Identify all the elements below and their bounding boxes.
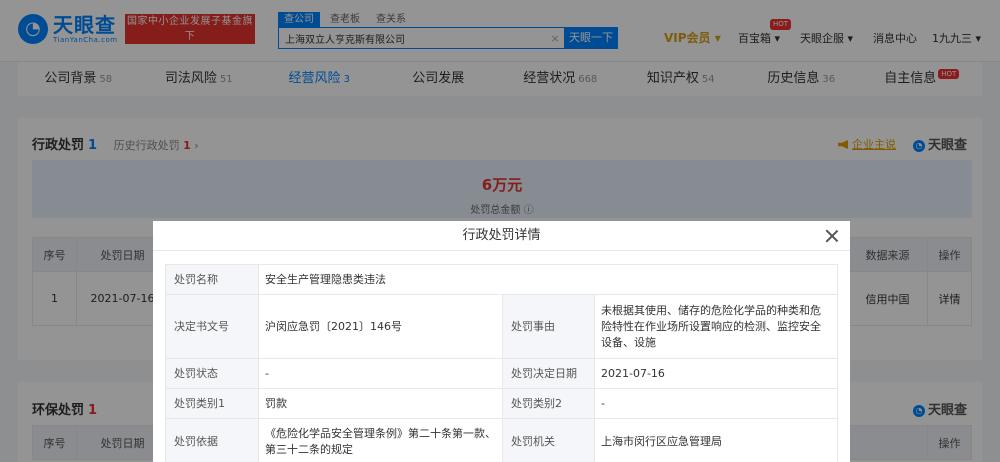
penalty-basis-key: 处罚依据 (165, 418, 259, 462)
penalty-authority-key: 处罚机关 (502, 418, 595, 462)
penalty-reason-value: 未根据其使用、储存的危险化学品的种类和危险特性在作业场所设置响应的检测、监控安全… (594, 294, 838, 359)
decision-number-key: 决定书文号 (165, 294, 259, 359)
penalty-reason-key: 处罚事由 (502, 294, 595, 359)
penalty-detail-modal: 行政处罚详情 处罚名称 安全生产管理隐患类违法 决定书文号 沪闵应急罚〔2021… (153, 221, 850, 462)
penalty-category1-key: 处罚类别1 (165, 388, 259, 419)
decision-date-value: 2021-07-16 (594, 358, 838, 389)
decision-number-value: 沪闵应急罚〔2021〕146号 (258, 294, 503, 359)
detail-row: 处罚类别1 罚款 处罚类别2 - (165, 388, 838, 419)
penalty-basis-value: 《危险化学品安全管理条例》第二十条第一款、第三十二条的规定 (258, 418, 503, 462)
detail-row: 处罚依据 《危险化学品安全管理条例》第二十条第一款、第三十二条的规定 处罚机关 … (165, 418, 838, 462)
penalty-status-key: 处罚状态 (165, 358, 259, 389)
modal-header: 行政处罚详情 (153, 221, 850, 251)
close-icon[interactable] (824, 228, 840, 244)
penalty-status-value: - (258, 358, 503, 389)
detail-row: 处罚名称 安全生产管理隐患类违法 (165, 264, 838, 295)
penalty-category2-key: 处罚类别2 (502, 388, 595, 419)
penalty-detail-table: 处罚名称 安全生产管理隐患类违法 决定书文号 沪闵应急罚〔2021〕146号 处… (165, 264, 838, 462)
modal-title: 行政处罚详情 (462, 228, 541, 243)
decision-date-key: 处罚决定日期 (502, 358, 595, 389)
detail-row: 处罚状态 - 处罚决定日期 2021-07-16 (165, 358, 838, 389)
detail-row: 决定书文号 沪闵应急罚〔2021〕146号 处罚事由 未根据其使用、储存的危险化… (165, 294, 838, 359)
penalty-category1-value: 罚款 (258, 388, 503, 419)
penalty-name-key: 处罚名称 (165, 264, 259, 295)
penalty-name-value: 安全生产管理隐患类违法 (258, 264, 838, 295)
penalty-category2-value: - (594, 388, 838, 419)
penalty-authority-value: 上海市闵行区应急管理局 (594, 418, 838, 462)
